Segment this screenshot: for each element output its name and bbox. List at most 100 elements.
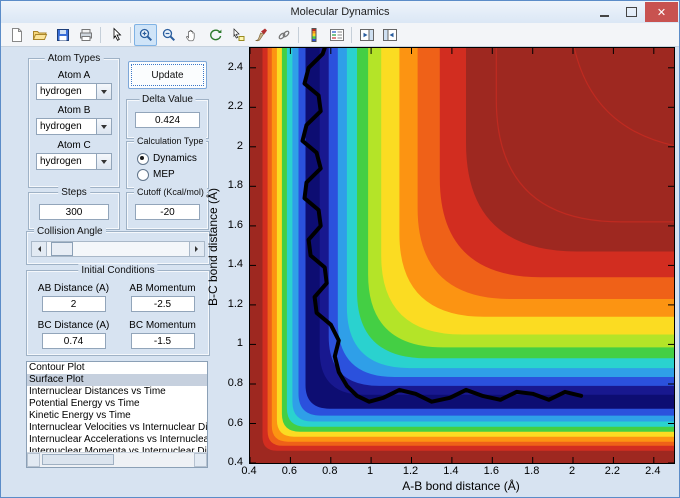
plot-list-item-internuclear-velocities-vs-internuclear-distance[interactable]: Internuclear Velocities vs Internuclear … bbox=[27, 422, 207, 434]
radio-dynamics-circle-icon bbox=[137, 153, 149, 165]
plot-list-item-internuclear-accelerations-vs-internuclear-distance[interactable]: Internuclear Accelerations vs Internucle… bbox=[27, 434, 207, 446]
atom-types-title: Atom Types bbox=[45, 52, 104, 65]
slider-left-arrow[interactable] bbox=[32, 242, 47, 256]
show-plot-tools-icon bbox=[382, 27, 398, 43]
collision-angle-panel: Collision Angle bbox=[26, 231, 210, 265]
potential-energy-surface[interactable] bbox=[250, 48, 674, 463]
print-figure-button[interactable] bbox=[74, 24, 97, 46]
atom-a-select[interactable]: hydrogen bbox=[36, 83, 112, 100]
plot-list-item-kinetic-energy-vs-time[interactable]: Kinetic Energy vs Time bbox=[27, 410, 207, 422]
brush-data-button[interactable] bbox=[249, 24, 272, 46]
pan-icon bbox=[184, 27, 200, 43]
edit-plot-button[interactable] bbox=[104, 24, 127, 46]
atom-c-select[interactable]: hydrogen bbox=[36, 153, 112, 170]
chevron-down-icon[interactable] bbox=[96, 119, 111, 134]
x-tick-2: 2 bbox=[555, 465, 589, 477]
x-tick-1.6: 1.6 bbox=[474, 465, 508, 477]
insert-colorbar-button[interactable] bbox=[302, 24, 325, 46]
ab-momentum-label: AB Momentum bbox=[122, 283, 203, 294]
rotate-3d-icon bbox=[207, 27, 223, 43]
x-tick-2.2: 2.2 bbox=[595, 465, 629, 477]
maximize-button[interactable] bbox=[618, 2, 645, 22]
open-file-button[interactable] bbox=[28, 24, 51, 46]
chevron-down-icon[interactable] bbox=[96, 154, 111, 169]
atom-a-value: hydrogen bbox=[37, 84, 96, 99]
y-tick-1: 1 bbox=[217, 337, 243, 349]
plot-list-item-internuclear-distances-vs-time[interactable]: Internuclear Distances vs Time bbox=[27, 386, 207, 398]
steps-input[interactable] bbox=[39, 204, 109, 220]
right-triangle-icon bbox=[195, 246, 201, 252]
contour-plot-axes[interactable] bbox=[249, 47, 675, 464]
new-figure-button[interactable] bbox=[5, 24, 28, 46]
ab-distance-a-input[interactable] bbox=[42, 296, 106, 312]
atom-b-select[interactable]: hydrogen bbox=[36, 118, 112, 135]
window-controls: ✕ bbox=[591, 2, 678, 22]
radio-mep[interactable]: MEP bbox=[137, 167, 206, 182]
delta-value-panel: Delta Value bbox=[126, 99, 209, 139]
radio-mep-circle-icon bbox=[137, 169, 149, 181]
data-cursor-button[interactable] bbox=[226, 24, 249, 46]
y-tick-0.6: 0.6 bbox=[217, 417, 243, 429]
plot-list-item-surface-plot[interactable]: Surface Plot bbox=[27, 374, 207, 386]
slider-track[interactable] bbox=[47, 242, 189, 256]
calculation-type-panel: Calculation Type DynamicsMEP bbox=[126, 141, 209, 189]
brush-data-icon bbox=[253, 27, 269, 43]
insert-legend-button[interactable] bbox=[325, 24, 348, 46]
hscroll-track[interactable] bbox=[40, 453, 194, 467]
rotate-3d-button[interactable] bbox=[203, 24, 226, 46]
y-tick-2: 2 bbox=[217, 140, 243, 152]
pan-button[interactable] bbox=[180, 24, 203, 46]
collision-angle-slider[interactable] bbox=[31, 241, 205, 257]
minimize-icon bbox=[600, 15, 609, 17]
close-button[interactable]: ✕ bbox=[645, 2, 678, 22]
toolbar-separator bbox=[130, 27, 131, 43]
hscroll-thumb[interactable] bbox=[42, 454, 114, 465]
x-tick-1.8: 1.8 bbox=[515, 465, 549, 477]
x-tick-0.6: 0.6 bbox=[272, 465, 306, 477]
ab-momentum-input[interactable] bbox=[131, 296, 195, 312]
x-tick-0.8: 0.8 bbox=[313, 465, 347, 477]
y-tick-2.2: 2.2 bbox=[217, 100, 243, 112]
bc-distance-a-input[interactable] bbox=[42, 333, 106, 349]
x-tick-0.4: 0.4 bbox=[232, 465, 266, 477]
app-window: Molecular Dynamics ✕ Atom Types Atom Ahy… bbox=[0, 0, 680, 498]
hide-plot-tools-button[interactable] bbox=[355, 24, 378, 46]
cutoff-input[interactable] bbox=[135, 204, 200, 220]
x-axis-label: A-B bond distance (Å) bbox=[249, 479, 673, 493]
open-file-icon bbox=[32, 27, 48, 43]
show-plot-tools-button[interactable] bbox=[378, 24, 401, 46]
x-tick-labels: 0.40.60.811.21.41.61.822.22.4 bbox=[249, 465, 675, 478]
bc-momentum-input[interactable] bbox=[131, 333, 195, 349]
y-tick-2.4: 2.4 bbox=[217, 61, 243, 73]
hscroll-left-arrow[interactable] bbox=[27, 453, 40, 467]
zoom-out-button[interactable] bbox=[157, 24, 180, 46]
atom-c-label: Atom C bbox=[36, 140, 112, 151]
link-plot-icon bbox=[276, 27, 292, 43]
hscroll-right-arrow[interactable] bbox=[194, 453, 207, 467]
chevron-down-icon[interactable] bbox=[96, 84, 111, 99]
plot-list-item-potential-energy-vs-time[interactable]: Potential Energy vs Time bbox=[27, 398, 207, 410]
radio-dynamics[interactable]: Dynamics bbox=[137, 151, 206, 166]
titlebar: Molecular Dynamics ✕ bbox=[1, 1, 679, 23]
zoom-out-icon bbox=[161, 27, 177, 43]
left-triangle-icon bbox=[35, 246, 41, 252]
zoom-in-button[interactable] bbox=[134, 24, 157, 46]
listbox-hscrollbar[interactable] bbox=[27, 452, 207, 467]
plot-list-item-contour-plot[interactable]: Contour Plot bbox=[27, 362, 207, 374]
window-title: Molecular Dynamics bbox=[1, 6, 679, 18]
plot-type-listbox[interactable]: Contour PlotSurface PlotInternuclear Dis… bbox=[26, 361, 208, 468]
slider-thumb[interactable] bbox=[51, 242, 73, 256]
link-plot-button[interactable] bbox=[272, 24, 295, 46]
cutoff-title: Cutoff (Kcal/mol) bbox=[134, 186, 207, 199]
delta-value-input[interactable] bbox=[135, 112, 200, 128]
toolbar-separator bbox=[100, 27, 101, 43]
save-figure-button[interactable] bbox=[51, 24, 74, 46]
y-tick-1.8: 1.8 bbox=[217, 179, 243, 191]
delta-value-title: Delta Value bbox=[139, 93, 196, 106]
ab-distance-a-label: AB Distance (A) bbox=[33, 283, 114, 294]
x-tick-1.4: 1.4 bbox=[434, 465, 468, 477]
minimize-button[interactable] bbox=[591, 2, 618, 22]
slider-right-arrow[interactable] bbox=[189, 242, 204, 256]
radio-dynamics-label: Dynamics bbox=[153, 153, 197, 164]
update-button[interactable]: Update bbox=[128, 61, 207, 89]
